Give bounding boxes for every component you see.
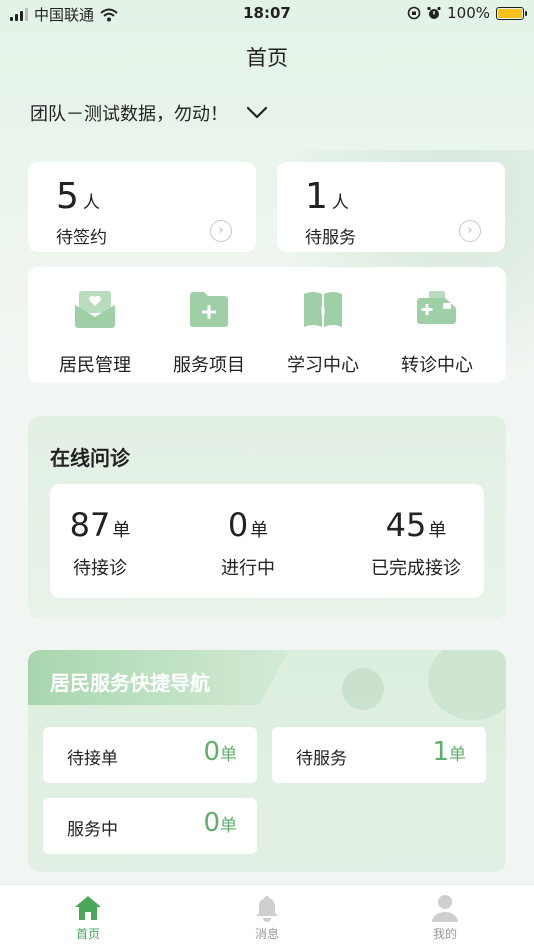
section-header: 居民服务快捷导航: [28, 650, 290, 705]
nav-item-label: 待接单: [67, 749, 118, 769]
alarm-icon: [427, 6, 441, 19]
user-icon: [432, 895, 458, 922]
nav-item-label: 服务中: [67, 820, 118, 840]
service-quick-nav-card: 居民服务快捷导航 待接单 0单 待服务 1单 服务中 0单: [28, 650, 506, 872]
quick-item-label: 居民管理: [59, 355, 131, 376]
chevron-right-icon[interactable]: ›: [210, 220, 232, 242]
consult-pending[interactable]: 87 单 待接诊: [68, 506, 132, 580]
consult-unit: 单: [428, 520, 447, 541]
consult-value: 45: [385, 506, 427, 544]
bell-icon: [256, 896, 278, 922]
learning-center-icon: [304, 292, 342, 327]
quick-item-resident-management[interactable]: 居民管理: [40, 289, 150, 377]
home-icon: [75, 896, 101, 920]
nav-item-unit: 单: [220, 816, 237, 836]
stat-unit: 人: [331, 193, 349, 213]
consult-value: 0: [227, 506, 249, 544]
tab-label: 消息: [254, 927, 279, 941]
tab-mine[interactable]: 我的: [405, 893, 485, 942]
team-selector[interactable]: 团队－测试数据，勿动！: [30, 100, 268, 126]
section-title: 在线问诊: [50, 446, 130, 470]
tab-label: 首页: [75, 927, 100, 941]
status-bar: 中国联通 18:07 100%: [0, 0, 534, 28]
consultation-stats: 87 单 待接诊 0单 进行中 45 单 已完成接诊: [50, 484, 484, 598]
service-project-icon: [190, 292, 228, 327]
stat-value: 1: [305, 176, 328, 217]
tab-label: 我的: [432, 927, 457, 941]
tab-messages[interactable]: 消息: [227, 893, 307, 942]
consult-value: 87: [69, 506, 111, 544]
tab-home[interactable]: 首页: [48, 893, 128, 942]
quick-item-learning-center[interactable]: 学习中心: [268, 289, 378, 377]
consult-completed[interactable]: 45 单 已完成接诊: [362, 506, 470, 580]
online-consultation-card: 在线问诊 87 单 待接诊 0单 进行中 45 单 已完成接诊: [28, 416, 506, 619]
nav-item-in-service[interactable]: 服务中 0单: [43, 798, 257, 854]
resident-management-icon: [75, 291, 115, 328]
page-title: 首页: [246, 46, 288, 70]
consult-unit: 单: [112, 520, 131, 541]
consult-in-progress[interactable]: 0单 进行中: [216, 506, 280, 580]
decoration-circle: [342, 668, 384, 710]
consult-label: 待接诊: [73, 558, 127, 579]
pending-sign-card[interactable]: 5人 待签约 ›: [28, 162, 256, 252]
consult-label: 进行中: [221, 558, 275, 579]
quick-item-label: 学习中心: [287, 355, 359, 376]
stat-label: 待签约: [56, 228, 107, 248]
consult-label: 已完成接诊: [371, 558, 461, 579]
quick-item-label: 服务项目: [173, 355, 245, 376]
nav-item-value: 0: [203, 737, 220, 767]
consult-unit: 单: [250, 520, 269, 541]
stat-value: 5: [56, 176, 79, 217]
pending-service-card[interactable]: 1人 待服务 ›: [277, 162, 505, 252]
nav-item-value: 1: [432, 737, 449, 767]
nav-item-value: 0: [203, 808, 220, 838]
battery-icon: [496, 6, 527, 20]
referral-center-icon: [417, 291, 457, 324]
stat-label: 待服务: [305, 228, 356, 248]
team-selector-label: 团队－测试数据，勿动！: [30, 104, 228, 125]
quick-item-label: 转诊中心: [401, 355, 473, 376]
stat-unit: 人: [82, 193, 100, 213]
nav-item-pending-service[interactable]: 待服务 1单: [272, 727, 486, 783]
chevron-right-icon[interactable]: ›: [459, 220, 481, 242]
chevron-down-icon: [246, 106, 268, 119]
nav-item-unit: 单: [220, 745, 237, 765]
battery-percent: 100%: [447, 4, 490, 22]
section-title: 居民服务快捷导航: [50, 671, 210, 695]
quick-menu: 居民管理 服务项目 学习中心 转诊中心: [28, 267, 506, 383]
nav-item-pending-orders[interactable]: 待接单 0单: [43, 727, 257, 783]
quick-item-service-project[interactable]: 服务项目: [154, 289, 264, 377]
battery-level-fill: [498, 8, 522, 18]
nav-item-unit: 单: [449, 745, 466, 765]
decoration-circle: [428, 650, 506, 720]
tab-bar: 首页 消息 我的: [0, 884, 534, 951]
nav-item-label: 待服务: [296, 749, 347, 769]
orientation-lock-icon: [407, 6, 421, 20]
quick-item-referral-center[interactable]: 转诊中心: [382, 289, 492, 377]
